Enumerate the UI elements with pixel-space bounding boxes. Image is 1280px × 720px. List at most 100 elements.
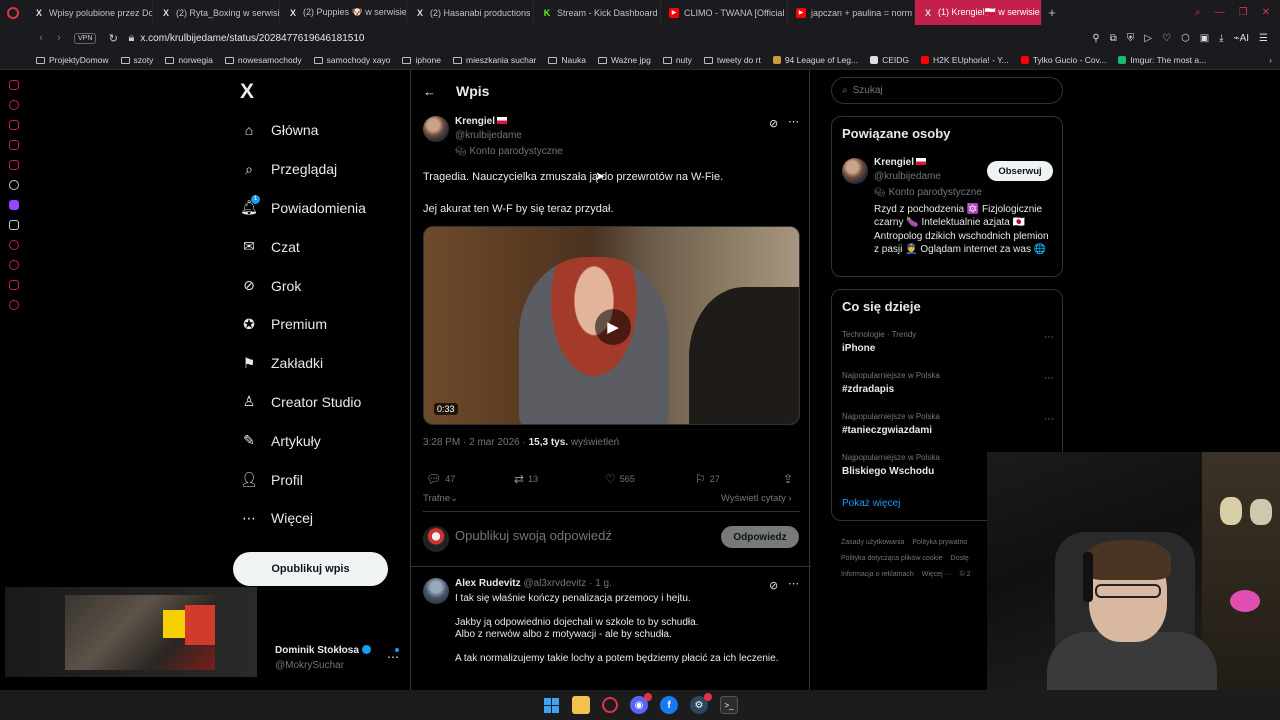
search-input[interactable]: ⌕ Szukaj [831, 77, 1063, 104]
bookmark-item[interactable]: CEIDG [870, 55, 909, 65]
search-tabs-icon[interactable]: ⌕ [1195, 7, 1201, 18]
snapshot-icon[interactable]: ⧉ [1110, 33, 1117, 44]
bookmark-item[interactable]: Tylko Gucio - Cov... [1020, 55, 1106, 65]
account-more-icon[interactable]: ⋯ [387, 650, 399, 664]
pin-icon[interactable]: ⚲ [1092, 33, 1099, 44]
sidebar-chatgpt-icon[interactable] [8, 180, 19, 190]
trend-more-icon[interactable]: ⋯ [1044, 373, 1054, 384]
footer-link[interactable]: Zasady użytkowania [841, 539, 904, 546]
grok-explain-icon[interactable]: ⊘ [769, 579, 778, 592]
bookmark-item[interactable]: Ważne jpg [597, 55, 651, 65]
browser-tab[interactable]: X (2) Ryta_Boxing w serwisi [153, 0, 280, 25]
repost-action[interactable]: ⇄ 13 [514, 472, 538, 486]
url-field[interactable]: x.com/krulbijedame/status/20284776196461… [140, 33, 1092, 44]
opera-taskbar-icon[interactable] [602, 697, 618, 713]
start-button[interactable] [542, 696, 560, 714]
steam-icon[interactable]: ⚙ [690, 693, 712, 714]
forward-button[interactable]: › [50, 32, 68, 44]
bookmark-item[interactable]: Nauka [548, 55, 586, 65]
play-icon[interactable]: ▷ [1144, 33, 1152, 44]
nav-item-mail[interactable]: ✉ Czat [240, 227, 366, 266]
download-icon[interactable]: ⤓ [1219, 33, 1223, 44]
reply-author-handle[interactable]: @al3xrvdevitz · 1 g. [523, 578, 612, 589]
bookmark-item[interactable]: nuty [662, 55, 692, 65]
trend-more-icon[interactable]: ⋯ [1044, 332, 1054, 343]
browser-tab[interactable]: ▶ CLIMO - TWANA [Official [661, 0, 788, 25]
heart-icon[interactable]: ♡ [1162, 33, 1171, 44]
discord-icon[interactable]: ◉ [630, 693, 652, 714]
post-button[interactable]: Opublikuj wpis [233, 552, 388, 586]
bookmark-item[interactable]: Imgur: The most a... [1118, 55, 1206, 65]
close-window-button[interactable]: ✕ [1262, 7, 1270, 18]
footer-link[interactable]: © 2 [960, 571, 971, 578]
nav-item-more[interactable]: ⋯ Więcej [240, 499, 366, 538]
trend-item[interactable]: Technologie · Trendy iPhone ⋯ [842, 330, 1054, 364]
trend-more-icon[interactable]: ⋯ [1044, 414, 1054, 425]
terminal-icon[interactable]: >_ [720, 696, 738, 714]
nav-item-article[interactable]: ✎ Artykuły [240, 421, 366, 460]
browser-tab[interactable]: X Wpisy polubione przez Do [26, 0, 153, 25]
nav-item-grok[interactable]: ⊘ Grok [240, 266, 366, 305]
sidebar-history-icon[interactable] [8, 100, 19, 110]
reply-author-avatar[interactable] [423, 578, 449, 604]
account-switcher[interactable]: Dominik Stokłosa @MokrySuchar ⋯ [255, 642, 405, 677]
reload-icon[interactable]: ↻ [104, 32, 122, 45]
sidebar-history2-icon[interactable] [8, 260, 19, 270]
x-logo-icon[interactable]: X [240, 80, 254, 104]
related-name[interactable]: Krengiel [874, 157, 914, 168]
sidebar-messenger-icon[interactable] [8, 80, 19, 90]
author-avatar[interactable] [423, 116, 449, 142]
play-icon[interactable]: ▶ [595, 309, 631, 345]
browser-tab[interactable]: X (1) Krengiel🇵🇱 w serwisie X [915, 0, 1042, 25]
footer-link[interactable]: Dostę [951, 555, 969, 562]
nav-item-verified[interactable]: ✪ Premium [240, 305, 366, 344]
reply-author-name[interactable]: Alex Rudevitz [455, 578, 521, 589]
browser-tab[interactable]: ▶ japczan + paulina = norm [788, 0, 915, 25]
sidebar-clock-icon[interactable] [8, 240, 19, 250]
bookmark-item[interactable]: samochody xayo [313, 55, 390, 65]
footer-link[interactable]: Polityka dotycząca plików cookie [841, 555, 943, 562]
bookmarks-overflow-icon[interactable]: › [1269, 55, 1272, 65]
nav-item-bell[interactable]: 🔔︎ 1 Powiadomienia [240, 189, 366, 228]
trend-item[interactable]: Najpopularniejsze w Polska #tanieczgwiazd… [842, 412, 1054, 446]
back-button[interactable]: ‹ [32, 32, 50, 44]
sidebar-cube-icon[interactable] [8, 280, 19, 290]
bookmark-item[interactable]: szoty [120, 55, 153, 65]
view-quotes-link[interactable]: Wyświetl cytaty › [721, 493, 792, 504]
reply-action[interactable]: 💬︎ 47 [426, 472, 455, 486]
sidebar-music-icon[interactable] [8, 140, 19, 150]
menu-icon[interactable]: ☰ [1259, 33, 1268, 44]
sidebar-wallet-icon[interactable] [8, 160, 19, 170]
bookmark-item[interactable]: H2K EUphoria! - Y... [921, 55, 1009, 65]
bookmark-item[interactable]: 94 League of Leg... [772, 55, 858, 65]
reply-more-icon[interactable]: ⋯ [788, 577, 799, 590]
back-arrow-icon[interactable]: ← [423, 84, 436, 99]
sidebar-twitch-icon[interactable] [8, 200, 19, 210]
like-action[interactable]: ♡ 565 [605, 472, 635, 486]
nav-item-search[interactable]: ⌕ Przeglądaj [240, 150, 366, 189]
sidebar-x-icon[interactable] [8, 220, 19, 230]
footer-link[interactable]: Polityka prywatno [912, 539, 967, 546]
sidebar-settings-icon[interactable] [8, 300, 19, 310]
maximize-button[interactable]: ❐ [1239, 7, 1248, 18]
new-tab-button[interactable]: + [1042, 5, 1062, 20]
sidebar-pinboard-icon[interactable] [8, 120, 19, 130]
nav-item-profile[interactable]: 👤︎ Profil [240, 460, 366, 499]
show-more-link[interactable]: Pokaż więcej [842, 498, 900, 509]
grok-explain-icon[interactable]: ⊘ [769, 117, 778, 130]
bookmark-item[interactable]: norwegia [165, 55, 213, 65]
shield-icon[interactable]: ⛨ [1127, 33, 1135, 44]
post-timestamp[interactable]: 3:28 PM · 2 mar 2026 · [423, 437, 529, 448]
bookmark-action[interactable]: ⚐ 27 [695, 472, 720, 486]
minimize-button[interactable]: — [1215, 7, 1225, 18]
bookmark-item[interactable]: mieszkania suchar [453, 55, 536, 65]
bookmark-item[interactable]: nowesamochody [224, 55, 302, 65]
bookmark-item[interactable]: iphone [402, 55, 441, 65]
browser-tab[interactable]: X (2) Hasanabi productions [407, 0, 534, 25]
wallet-icon[interactable]: ▣ [1200, 33, 1209, 44]
nav-item-bookmark[interactable]: ⚑ Zakładki [240, 344, 366, 383]
follow-button[interactable]: Obserwuj [987, 161, 1053, 181]
nav-item-creator[interactable]: ♙ Creator Studio [240, 383, 366, 422]
file-explorer-icon[interactable] [572, 696, 590, 714]
extensions-icon[interactable]: ⬡ [1181, 33, 1190, 44]
